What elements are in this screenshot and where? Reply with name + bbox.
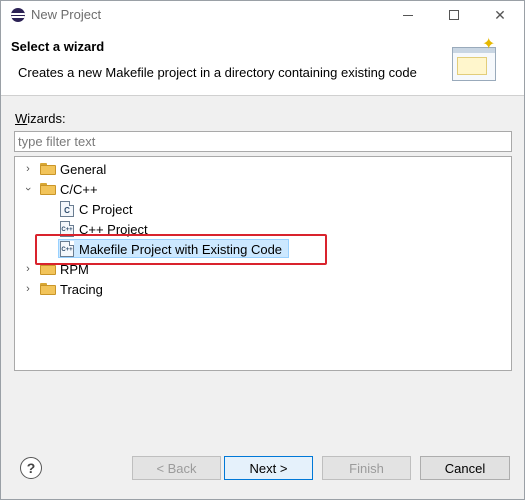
filter-input[interactable] bbox=[14, 131, 512, 152]
header-title: Select a wizard bbox=[11, 39, 105, 54]
maximize-icon bbox=[449, 10, 459, 20]
tree-item-c-project[interactable]: C C Project bbox=[15, 199, 511, 219]
chevron-right-icon[interactable]: › bbox=[23, 159, 33, 179]
maximize-button[interactable] bbox=[431, 1, 477, 29]
minimize-icon bbox=[403, 14, 413, 16]
chevron-down-icon[interactable]: › bbox=[18, 184, 38, 194]
tree-item-label: General bbox=[60, 161, 107, 177]
title-bar: New Project ✕ bbox=[1, 1, 524, 29]
next-button[interactable]: Next > bbox=[224, 456, 313, 480]
minimize-button[interactable] bbox=[385, 1, 431, 29]
tree-item-cpp-project[interactable]: C++ C++ Project bbox=[15, 219, 511, 239]
tree-item-label: C/C++ bbox=[60, 181, 98, 197]
tree-item-label: C Project bbox=[79, 201, 133, 217]
help-icon[interactable]: ? bbox=[20, 457, 42, 479]
c-project-icon: C bbox=[60, 201, 74, 217]
tree-item-label: Makefile Project with Existing Code bbox=[79, 241, 283, 257]
chevron-right-icon[interactable]: › bbox=[23, 259, 33, 279]
tree-item-c-cpp[interactable]: › C/C++ bbox=[15, 179, 511, 199]
folder-icon bbox=[40, 263, 56, 275]
back-button[interactable]: < Back bbox=[132, 456, 221, 480]
wizard-tree[interactable]: › General › C/C++ C C Project C++ C++ Pr… bbox=[14, 156, 512, 371]
tree-item-label: RPM bbox=[60, 261, 89, 277]
window-title: New Project bbox=[31, 7, 102, 22]
close-icon: ✕ bbox=[494, 6, 506, 23]
new-project-dialog: New Project ✕ Select a wizard Creates a … bbox=[0, 0, 525, 500]
makefile-project-icon: C++ bbox=[60, 241, 74, 257]
tree-item-makefile-project[interactable]: C++ Makefile Project with Existing Code bbox=[15, 239, 511, 259]
tree-item-label: C++ Project bbox=[79, 221, 148, 237]
eclipse-icon bbox=[11, 8, 25, 22]
chevron-right-icon[interactable]: › bbox=[23, 279, 33, 299]
folder-icon bbox=[40, 163, 56, 175]
tree-item-general[interactable]: › General bbox=[15, 159, 511, 179]
cpp-project-icon: C++ bbox=[60, 221, 74, 237]
tree-item-rpm[interactable]: › RPM bbox=[15, 259, 511, 279]
cancel-button[interactable]: Cancel bbox=[420, 456, 510, 480]
header-description: Creates a new Makefile project in a dire… bbox=[18, 65, 417, 80]
wizard-header: Select a wizard Creates a new Makefile p… bbox=[1, 29, 524, 96]
finish-button[interactable]: Finish bbox=[322, 456, 411, 480]
close-button[interactable]: ✕ bbox=[477, 1, 523, 29]
folder-icon bbox=[40, 283, 56, 295]
wizards-label: Wizards: bbox=[15, 111, 66, 126]
new-wizard-banner-icon: ✦ bbox=[450, 37, 500, 83]
tree-item-tracing[interactable]: › Tracing bbox=[15, 279, 511, 299]
folder-icon bbox=[40, 183, 56, 195]
tree-item-label: Tracing bbox=[60, 281, 103, 297]
